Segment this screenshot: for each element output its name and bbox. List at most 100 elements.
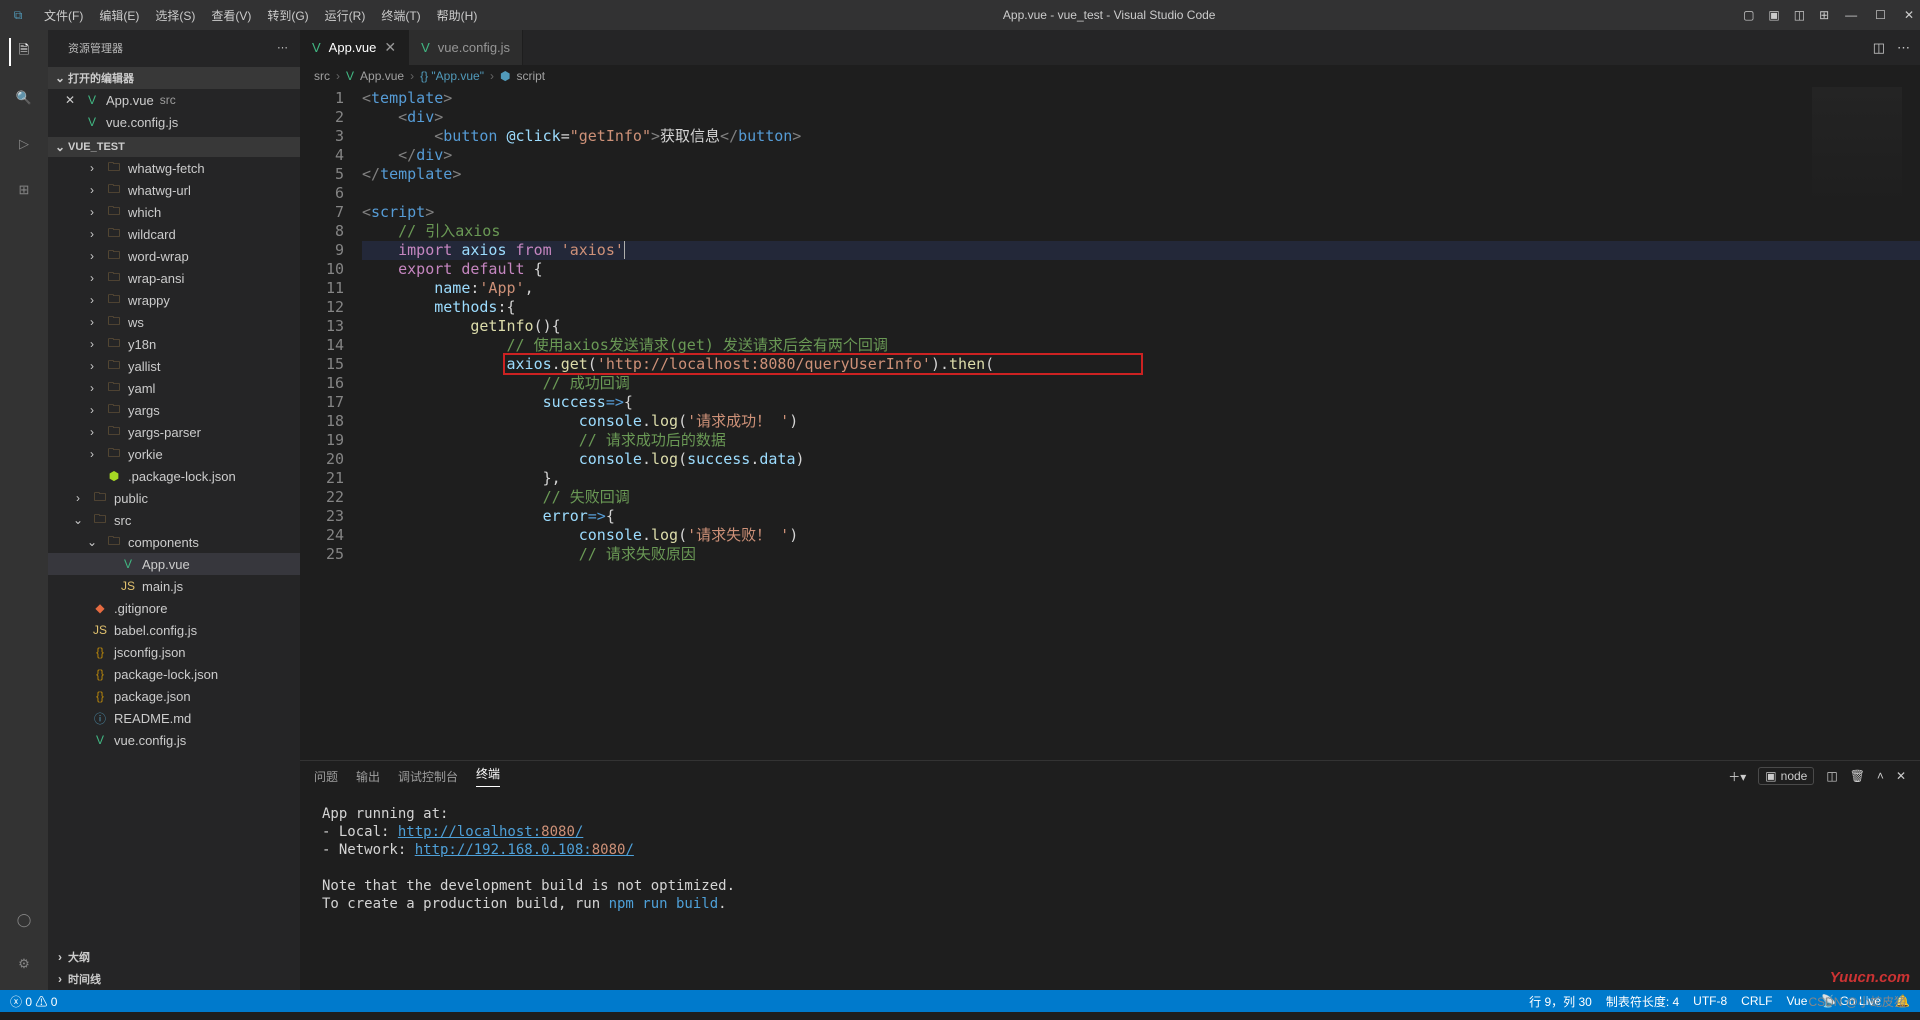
status-encoding[interactable]: UTF-8 — [1693, 994, 1727, 1008]
more-icon[interactable]: ⋯ — [1897, 40, 1910, 56]
breadcrumbs[interactable]: src› VApp.vue› {} "App.vue"› ⬢script — [300, 65, 1920, 87]
tree-folder[interactable]: ›🗀which — [48, 201, 300, 223]
tab-vue-config[interactable]: V vue.config.js — [409, 30, 523, 65]
tree-folder[interactable]: ›🗀yargs — [48, 399, 300, 421]
code-line[interactable]: <button @click="getInfo">获取信息</button> — [362, 127, 1920, 146]
tree-file[interactable]: JSbabel.config.js — [48, 619, 300, 641]
tree-folder[interactable]: ⌄🗀components — [48, 531, 300, 553]
code-line[interactable]: name:'App', — [362, 279, 1920, 298]
status-golive[interactable]: 📡 Go Live — [1821, 994, 1881, 1008]
code-line[interactable]: getInfo(){ — [362, 317, 1920, 336]
status-eol[interactable]: CRLF — [1741, 994, 1772, 1008]
more-icon[interactable]: ⋯ — [277, 41, 288, 54]
minimap[interactable] — [1812, 87, 1902, 207]
code-line[interactable]: axios.get('http://localhost:8080/queryUs… — [362, 355, 1920, 374]
tree-folder[interactable]: ›🗀word-wrap — [48, 245, 300, 267]
code-line[interactable]: export default { — [362, 260, 1920, 279]
extensions-icon[interactable]: ⊞ — [10, 176, 38, 204]
tree-folder[interactable]: ›🗀wildcard — [48, 223, 300, 245]
open-editor-item[interactable]: ✕VApp.vue src — [48, 89, 300, 111]
code-line[interactable]: // 成功回调 — [362, 374, 1920, 393]
tree-file[interactable]: ⬢.package-lock.json — [48, 465, 300, 487]
menu-file[interactable]: 文件(F) — [36, 7, 91, 24]
split-editor-icon[interactable]: ◫ — [1873, 40, 1885, 56]
status-language[interactable]: Vue — [1787, 994, 1808, 1008]
run-debug-icon[interactable]: ▷ — [10, 130, 38, 158]
new-terminal-icon[interactable]: ＋▾ — [1728, 768, 1746, 785]
tree-file[interactable]: {}package-lock.json — [48, 663, 300, 685]
project-header[interactable]: ⌄ VUE_TEST — [48, 137, 300, 157]
tree-folder[interactable]: ›🗀ws — [48, 311, 300, 333]
tree-file[interactable]: VApp.vue — [48, 553, 300, 575]
tree-folder[interactable]: ›🗀y18n — [48, 333, 300, 355]
tree-folder[interactable]: ›🗀yallist — [48, 355, 300, 377]
tree-folder[interactable]: ›🗀yaml — [48, 377, 300, 399]
code-line[interactable]: error=>{ — [362, 507, 1920, 526]
tree-file[interactable]: ◆.gitignore — [48, 597, 300, 619]
search-icon[interactable]: 🔍 — [10, 84, 38, 112]
split-terminal-icon[interactable]: ◫ — [1826, 769, 1837, 783]
close-panel-icon[interactable]: ✕ — [1896, 769, 1906, 783]
panel-tab-debug[interactable]: 调试控制台 — [398, 768, 458, 785]
tree-folder[interactable]: ⌄🗀src — [48, 509, 300, 531]
menu-terminal[interactable]: 终端(T) — [373, 7, 428, 24]
settings-icon[interactable]: ⚙ — [10, 950, 38, 978]
menu-go[interactable]: 转到(G) — [259, 7, 316, 24]
code-line[interactable]: // 失败回调 — [362, 488, 1920, 507]
accounts-icon[interactable]: ◯ — [10, 906, 38, 934]
tree-folder[interactable]: ›🗀whatwg-url — [48, 179, 300, 201]
maximize-panel-icon[interactable]: ˄ — [1877, 769, 1884, 783]
kill-terminal-icon[interactable]: 🗑 — [1850, 769, 1865, 783]
tree-folder[interactable]: ›🗀wrap-ansi — [48, 267, 300, 289]
outline-header[interactable]: ›大纲 — [48, 946, 300, 968]
terminal-select[interactable]: ▣node — [1758, 767, 1814, 785]
code-editor[interactable]: 1234567891011121314151617181920212223242… — [300, 87, 1920, 760]
code-line[interactable]: }, — [362, 469, 1920, 488]
menu-selection[interactable]: 选择(S) — [147, 7, 203, 24]
menu-edit[interactable]: 编辑(E) — [91, 7, 147, 24]
panel-right-icon[interactable]: ◫ — [1794, 8, 1805, 22]
panel-tab-terminal[interactable]: 终端 — [476, 765, 500, 787]
code-line[interactable]: </div> — [362, 146, 1920, 165]
open-editor-item[interactable]: Vvue.config.js — [48, 111, 300, 133]
tab-app-vue[interactable]: V App.vue ✕ — [300, 30, 409, 65]
tree-file[interactable]: {}package.json — [48, 685, 300, 707]
code-line[interactable]: // 请求成功后的数据 — [362, 431, 1920, 450]
code-line[interactable]: console.log(success.data) — [362, 450, 1920, 469]
tree-file[interactable]: Vvue.config.js — [48, 729, 300, 751]
status-indent[interactable]: 制表符长度: 4 — [1606, 993, 1679, 1010]
panel-tab-output[interactable]: 输出 — [356, 768, 380, 785]
tree-file[interactable]: {}jsconfig.json — [48, 641, 300, 663]
explorer-icon[interactable]: 🗎 — [9, 38, 37, 66]
tree-file[interactable]: JSmain.js — [48, 575, 300, 597]
minimize-button[interactable]: — — [1845, 8, 1857, 22]
tree-folder[interactable]: ›🗀whatwg-fetch — [48, 157, 300, 179]
tree-folder[interactable]: ›🗀yargs-parser — [48, 421, 300, 443]
menu-run[interactable]: 运行(R) — [317, 7, 374, 24]
terminal-output[interactable]: App running at: - Local: http://localhos… — [300, 791, 1920, 990]
tree-folder[interactable]: ›🗀wrappy — [48, 289, 300, 311]
panel-tab-problems[interactable]: 问题 — [314, 768, 338, 785]
open-editors-header[interactable]: ⌄ 打开的编辑器 — [48, 67, 300, 89]
code-line[interactable]: // 引入axios — [362, 222, 1920, 241]
code-line[interactable]: <template> — [362, 89, 1920, 108]
code-line[interactable]: methods:{ — [362, 298, 1920, 317]
status-errors[interactable]: ⓧ 0 ⚠ 0 — [10, 993, 57, 1010]
code-line[interactable]: success=>{ — [362, 393, 1920, 412]
code-line[interactable]: </template> — [362, 165, 1920, 184]
tree-folder[interactable]: ›🗀public — [48, 487, 300, 509]
layout-grid-icon[interactable]: ⊞ — [1819, 8, 1829, 22]
panel-bottom-icon[interactable]: ▣ — [1768, 8, 1779, 22]
tree-folder[interactable]: ›🗀yorkie — [48, 443, 300, 465]
code-line[interactable]: import axios from 'axios' — [362, 241, 1920, 260]
maximize-button[interactable]: ☐ — [1875, 8, 1886, 22]
code-line[interactable]: <script> — [362, 203, 1920, 222]
code-line[interactable] — [362, 184, 1920, 203]
status-cursor[interactable]: 行 9，列 30 — [1529, 993, 1592, 1010]
close-button[interactable]: ✕ — [1904, 8, 1914, 22]
code-line[interactable]: <div> — [362, 108, 1920, 127]
status-bell-icon[interactable]: 🔔 — [1895, 994, 1910, 1008]
panel-left-icon[interactable]: ▢ — [1743, 8, 1754, 22]
code-line[interactable]: // 请求失败原因 — [362, 545, 1920, 564]
close-icon[interactable]: ✕ — [384, 39, 396, 56]
